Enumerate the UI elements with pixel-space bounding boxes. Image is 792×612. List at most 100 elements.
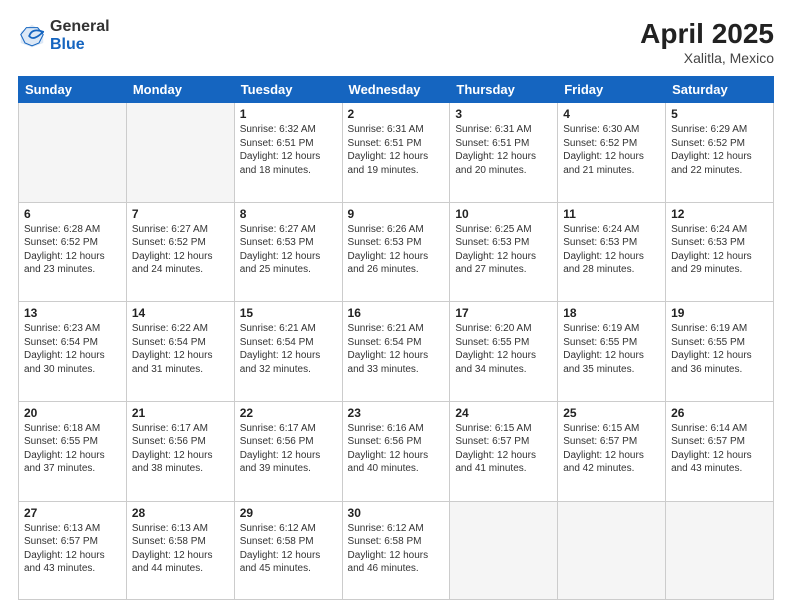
- calendar-cell: 3Sunrise: 6:31 AM Sunset: 6:51 PM Daylig…: [450, 103, 558, 203]
- day-number: 19: [671, 306, 768, 320]
- calendar-cell: 5 Sunrise: 6:29 AM Sunset: 6:52 PM Daylig…: [666, 103, 774, 203]
- cell-info: Sunrise: 6:27 AM Sunset: 6:53 PM Dayligh…: [240, 223, 337, 277]
- calendar-cell: 10 Sunrise: 6:25 AM Sunset: 6:53 PM Dayli…: [450, 202, 558, 302]
- month-title: April 2025: [640, 18, 774, 50]
- cell-info: Sunrise: 6:13 AM Sunset: 6:58 PM Dayligh…: [132, 522, 229, 576]
- calendar-cell: 21 Sunrise: 6:17 AM Sunset: 6:56 PM Dayli…: [126, 401, 234, 501]
- cell-info: Sunrise: 6:31 AM Sunset: 6:51 PM Dayligh…: [455, 123, 552, 177]
- cell-info: Sunrise: 6:30 AM Sunset: 6:52 PM Dayligh…: [563, 123, 660, 177]
- day-number: 30: [348, 506, 445, 520]
- day-number: 6: [24, 207, 121, 221]
- calendar-cell: 22 Sunrise: 6:17 AM Sunset: 6:56 PM Dayli…: [234, 401, 342, 501]
- calendar-cell: 19 Sunrise: 6:19 AM Sunset: 6:55 PM Dayli…: [666, 302, 774, 402]
- calendar-cell: 13Sunrise: 6:23 AM Sunset: 6:54 PM Dayli…: [19, 302, 127, 402]
- col-header-wednesday: Wednesday: [342, 77, 450, 103]
- cell-info: Sunrise: 6:28 AM Sunset: 6:52 PM Dayligh…: [24, 223, 121, 277]
- title-block: April 2025 Xalitla, Mexico: [640, 18, 774, 66]
- calendar-cell: [558, 501, 666, 599]
- day-number: 12: [671, 207, 768, 221]
- day-number: 11: [563, 207, 660, 221]
- calendar-cell: [450, 501, 558, 599]
- calendar-cell: [666, 501, 774, 599]
- cell-info: Sunrise: 6:19 AM Sunset: 6:55 PM Dayligh…: [671, 322, 768, 376]
- day-number: 14: [132, 306, 229, 320]
- logo-text: General Blue: [50, 18, 110, 53]
- cell-info: Sunrise: 6:20 AM Sunset: 6:55 PM Dayligh…: [455, 322, 552, 376]
- calendar-cell: 11 Sunrise: 6:24 AM Sunset: 6:53 PM Dayli…: [558, 202, 666, 302]
- col-header-saturday: Saturday: [666, 77, 774, 103]
- header: General Blue April 2025 Xalitla, Mexico: [18, 18, 774, 66]
- cell-info: Sunrise: 6:25 AM Sunset: 6:53 PM Dayligh…: [455, 223, 552, 277]
- calendar-cell: 12 Sunrise: 6:24 AM Sunset: 6:53 PM Dayli…: [666, 202, 774, 302]
- calendar-cell: 6 Sunrise: 6:28 AM Sunset: 6:52 PM Daylig…: [19, 202, 127, 302]
- calendar-cell: 25 Sunrise: 6:15 AM Sunset: 6:57 PM Dayli…: [558, 401, 666, 501]
- cell-info: Sunrise: 6:24 AM Sunset: 6:53 PM Dayligh…: [563, 223, 660, 277]
- day-number: 1: [240, 107, 337, 121]
- day-number: 22: [240, 406, 337, 420]
- calendar-week-1: 1 Sunrise: 6:32 AM Sunset: 6:51 PM Daylig…: [19, 103, 774, 203]
- day-number: 25: [563, 406, 660, 420]
- calendar-cell: 14 Sunrise: 6:22 AM Sunset: 6:54 PM Dayli…: [126, 302, 234, 402]
- location: Xalitla, Mexico: [640, 50, 774, 66]
- cell-info: Sunrise: 6:26 AM Sunset: 6:53 PM Dayligh…: [348, 223, 445, 277]
- day-number: 27: [24, 506, 121, 520]
- day-number: 5: [671, 107, 768, 121]
- day-number: 17: [455, 306, 552, 320]
- calendar-cell: 15 Sunrise: 6:21 AM Sunset: 6:54 PM Dayli…: [234, 302, 342, 402]
- cell-info: Sunrise: 6:16 AM Sunset: 6:56 PM Dayligh…: [348, 422, 445, 476]
- calendar-cell: 24Sunrise: 6:15 AM Sunset: 6:57 PM Dayli…: [450, 401, 558, 501]
- day-number: 9: [348, 207, 445, 221]
- cell-info: Sunrise: 6:31 AM Sunset: 6:51 PM Dayligh…: [348, 123, 445, 177]
- logo-general: General: [50, 18, 110, 36]
- calendar-week-5: 27 Sunrise: 6:13 AM Sunset: 6:57 PM Dayli…: [19, 501, 774, 599]
- calendar-header-row: SundayMondayTuesdayWednesdayThursdayFrid…: [19, 77, 774, 103]
- day-number: 2: [348, 107, 445, 121]
- cell-info: Sunrise: 6:15 AM Sunset: 6:57 PM Dayligh…: [455, 422, 552, 476]
- calendar-week-3: 13Sunrise: 6:23 AM Sunset: 6:54 PM Dayli…: [19, 302, 774, 402]
- calendar-week-2: 6 Sunrise: 6:28 AM Sunset: 6:52 PM Daylig…: [19, 202, 774, 302]
- cell-info: Sunrise: 6:17 AM Sunset: 6:56 PM Dayligh…: [240, 422, 337, 476]
- calendar-cell: 26Sunrise: 6:14 AM Sunset: 6:57 PM Dayli…: [666, 401, 774, 501]
- calendar-cell: 30 Sunrise: 6:12 AM Sunset: 6:58 PM Dayli…: [342, 501, 450, 599]
- cell-info: Sunrise: 6:23 AM Sunset: 6:54 PM Dayligh…: [24, 322, 121, 376]
- calendar-cell: 16Sunrise: 6:21 AM Sunset: 6:54 PM Dayli…: [342, 302, 450, 402]
- cell-info: Sunrise: 6:24 AM Sunset: 6:53 PM Dayligh…: [671, 223, 768, 277]
- day-number: 23: [348, 406, 445, 420]
- day-number: 4: [563, 107, 660, 121]
- cell-info: Sunrise: 6:19 AM Sunset: 6:55 PM Dayligh…: [563, 322, 660, 376]
- day-number: 28: [132, 506, 229, 520]
- page: General Blue April 2025 Xalitla, Mexico …: [0, 0, 792, 612]
- day-number: 26: [671, 406, 768, 420]
- calendar-cell: 2 Sunrise: 6:31 AM Sunset: 6:51 PM Daylig…: [342, 103, 450, 203]
- calendar-table: SundayMondayTuesdayWednesdayThursdayFrid…: [18, 76, 774, 600]
- day-number: 18: [563, 306, 660, 320]
- day-number: 15: [240, 306, 337, 320]
- cell-info: Sunrise: 6:12 AM Sunset: 6:58 PM Dayligh…: [348, 522, 445, 576]
- col-header-monday: Monday: [126, 77, 234, 103]
- cell-info: Sunrise: 6:15 AM Sunset: 6:57 PM Dayligh…: [563, 422, 660, 476]
- cell-info: Sunrise: 6:12 AM Sunset: 6:58 PM Dayligh…: [240, 522, 337, 576]
- calendar-cell: 28 Sunrise: 6:13 AM Sunset: 6:58 PM Dayli…: [126, 501, 234, 599]
- col-header-friday: Friday: [558, 77, 666, 103]
- calendar-cell: 27 Sunrise: 6:13 AM Sunset: 6:57 PM Dayli…: [19, 501, 127, 599]
- cell-info: Sunrise: 6:29 AM Sunset: 6:52 PM Dayligh…: [671, 123, 768, 177]
- calendar-cell: 4 Sunrise: 6:30 AM Sunset: 6:52 PM Daylig…: [558, 103, 666, 203]
- cell-info: Sunrise: 6:32 AM Sunset: 6:51 PM Dayligh…: [240, 123, 337, 177]
- cell-info: Sunrise: 6:13 AM Sunset: 6:57 PM Dayligh…: [24, 522, 121, 576]
- cell-info: Sunrise: 6:17 AM Sunset: 6:56 PM Dayligh…: [132, 422, 229, 476]
- cell-info: Sunrise: 6:18 AM Sunset: 6:55 PM Dayligh…: [24, 422, 121, 476]
- calendar-cell: 8Sunrise: 6:27 AM Sunset: 6:53 PM Daylig…: [234, 202, 342, 302]
- calendar-week-4: 20Sunrise: 6:18 AM Sunset: 6:55 PM Dayli…: [19, 401, 774, 501]
- cell-info: Sunrise: 6:21 AM Sunset: 6:54 PM Dayligh…: [240, 322, 337, 376]
- calendar-cell: 20Sunrise: 6:18 AM Sunset: 6:55 PM Dayli…: [19, 401, 127, 501]
- day-number: 7: [132, 207, 229, 221]
- day-number: 10: [455, 207, 552, 221]
- col-header-sunday: Sunday: [19, 77, 127, 103]
- logo-blue: Blue: [50, 36, 110, 54]
- calendar-cell: [19, 103, 127, 203]
- cell-info: Sunrise: 6:27 AM Sunset: 6:52 PM Dayligh…: [132, 223, 229, 277]
- day-number: 21: [132, 406, 229, 420]
- day-number: 29: [240, 506, 337, 520]
- col-header-tuesday: Tuesday: [234, 77, 342, 103]
- cell-info: Sunrise: 6:22 AM Sunset: 6:54 PM Dayligh…: [132, 322, 229, 376]
